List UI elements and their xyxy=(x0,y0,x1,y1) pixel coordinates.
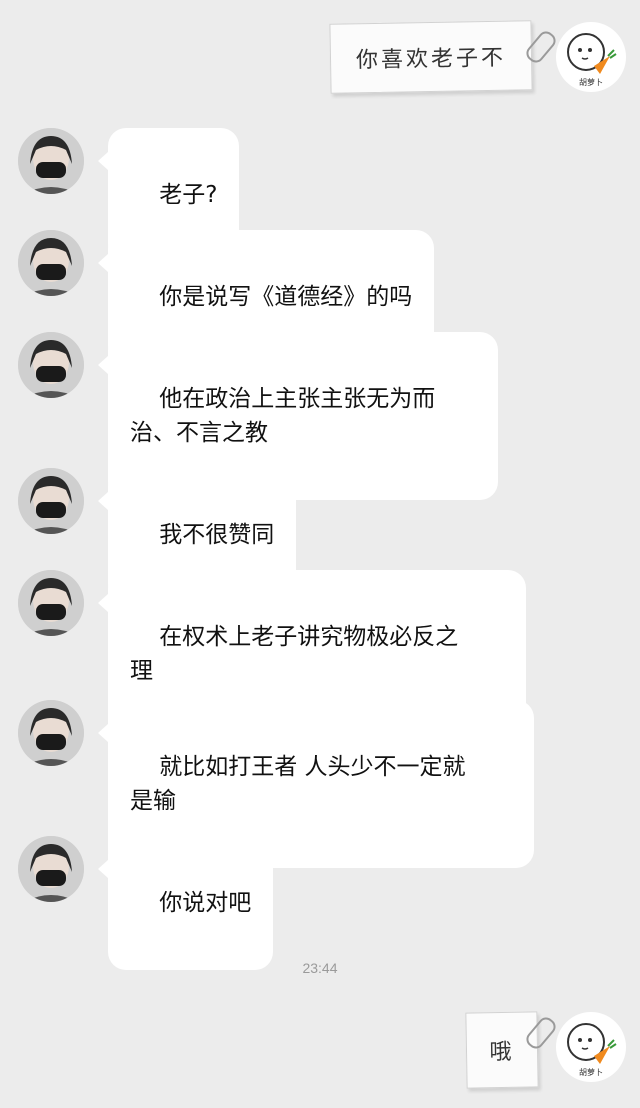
masked-person-photo-icon xyxy=(18,836,84,902)
message-text: 你说对吧 xyxy=(159,890,252,916)
message-text: 哦 xyxy=(489,1039,515,1066)
message-text: 就比如打王者 人头少不一定就 是输 xyxy=(130,754,466,814)
message-text: 他在政治上主张主张无为而 治、不言之教 xyxy=(130,386,436,446)
message-text: 我不很赞同 xyxy=(159,522,275,548)
sticker-note[interactable]: 你喜欢老子不 xyxy=(329,20,533,94)
self-avatar[interactable]: 胡萝卜 xyxy=(556,1012,626,1082)
message-text: 老子? xyxy=(159,182,218,208)
contact-avatar[interactable] xyxy=(18,332,84,398)
masked-person-photo-icon xyxy=(18,332,84,398)
masked-person-photo-icon xyxy=(18,570,84,636)
contact-avatar[interactable] xyxy=(18,836,84,902)
message-text: 你喜欢老子不 xyxy=(355,45,507,74)
masked-person-photo-icon xyxy=(18,128,84,194)
sticker-note[interactable]: 哦 xyxy=(465,1011,539,1089)
avatar-label: 胡萝卜 xyxy=(579,78,603,87)
contact-avatar[interactable] xyxy=(18,128,84,194)
contact-avatar[interactable] xyxy=(18,230,84,296)
avatar-label: 胡萝卜 xyxy=(579,1068,603,1077)
contact-avatar[interactable] xyxy=(18,570,84,636)
masked-person-photo-icon xyxy=(18,230,84,296)
masked-person-photo-icon xyxy=(18,468,84,534)
timestamp: 23:44 xyxy=(302,960,338,976)
message-bubble[interactable]: 你说对吧 xyxy=(97,836,274,970)
message-text: 在权术上老子讲究物极必反之 理 xyxy=(130,624,459,684)
message-text: 你是说写《道德经》的吗 xyxy=(159,284,413,310)
self-avatar[interactable]: 胡萝卜 xyxy=(556,22,626,92)
contact-avatar[interactable] xyxy=(18,468,84,534)
contact-avatar[interactable] xyxy=(18,700,84,766)
masked-person-photo-icon xyxy=(18,700,84,766)
